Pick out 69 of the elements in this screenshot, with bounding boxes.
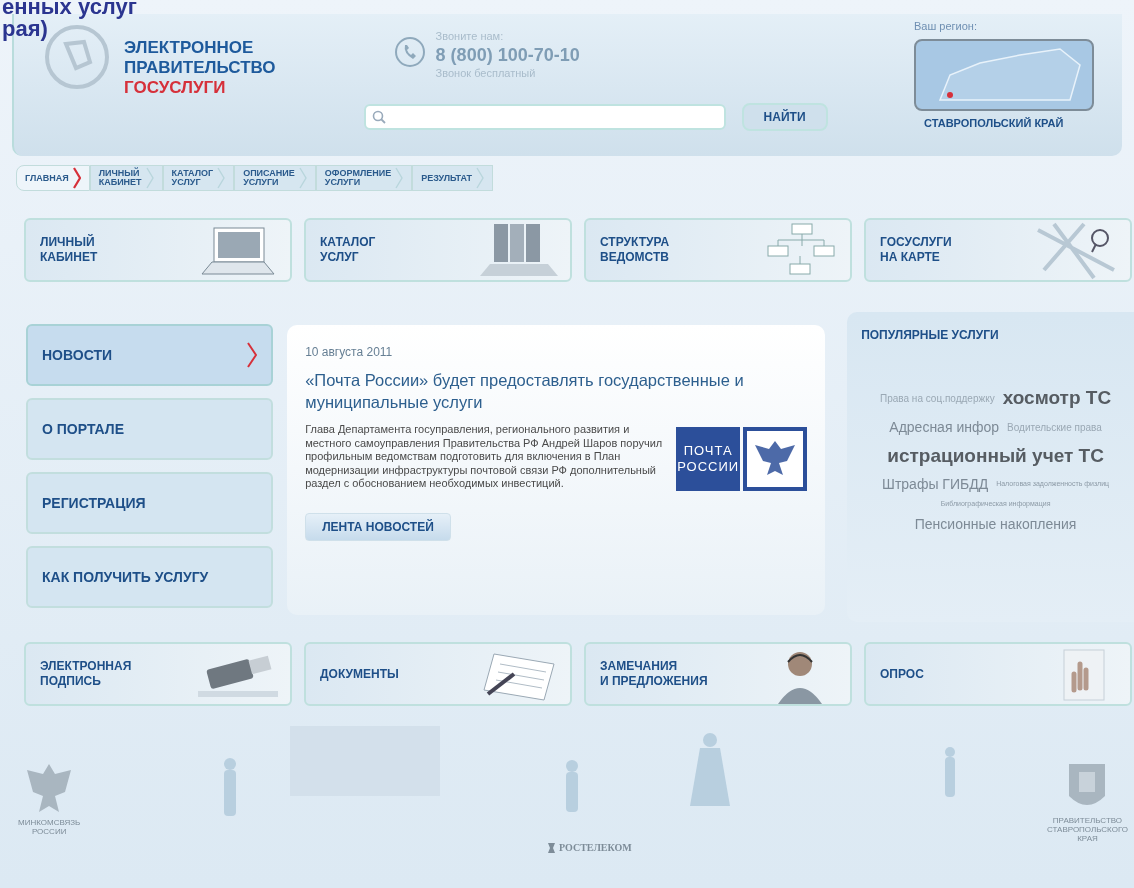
chevron-icon — [476, 167, 485, 189]
search-field[interactable] — [363, 104, 726, 130]
nav-menu-label: НОВОСТИ — [42, 345, 113, 365]
logo-text: ЭЛЕКТРОННОЕ — [124, 38, 255, 58]
tile-label: ГОСУСЛУГИ НА КАРТЕ — [880, 235, 952, 265]
company-logo-icon — [546, 841, 556, 854]
breadcrumb-item[interactable]: РЕЗУЛЬТАТ — [412, 165, 494, 191]
logo-text: ПРАВИТЕЛЬСТВО — [124, 58, 276, 78]
breadcrumb-label: ЛИЧНЫЙ КАБИНЕТ — [98, 169, 142, 187]
chevron-icon — [72, 167, 81, 189]
chevron-icon — [298, 167, 307, 189]
tile-label: КАТАЛОГ УСЛУГ — [320, 235, 376, 265]
menu-tile[interactable]: ОПРОС — [864, 642, 1132, 706]
tile-label: ЭЛЕКТРОННАЯ ПОДПИСЬ — [40, 659, 132, 689]
tile-label: ДОКУМЕНТЫ — [320, 666, 399, 682]
phone-icon — [393, 36, 426, 68]
service-tag-link[interactable]: истрационный учет ТС — [887, 441, 1104, 470]
menu-tile[interactable]: СТРУКТУРА ВЕДОМСТВ — [584, 218, 852, 282]
nav-menu-label: О ПОРТАЛЕ — [42, 419, 124, 439]
region-name[interactable]: СТАВРОПОЛЬСКИЙ КРАЙ — [924, 114, 1064, 131]
service-tag-link[interactable]: хосмотр ТС — [1002, 384, 1112, 413]
phone-number: 8 (800) 100-70-10 — [435, 44, 580, 65]
menu-tile[interactable]: ЗАМЕЧАНИЯ И ПРЕДЛОЖЕНИЯ — [584, 642, 852, 706]
government-caption: ПРАВИТЕЛЬСТВО СТАВРОПОЛЬСКОГО КРАЯ — [1046, 816, 1128, 843]
slide-title-text: рая) — [2, 18, 49, 40]
phone-label: Звоните нам: — [435, 29, 505, 44]
tile-label: ЗАМЕЧАНИЯ И ПРЕДЛОЖЕНИЯ — [600, 659, 708, 689]
news-feed-button[interactable]: ЛЕНТА НОВОСТЕЙ — [305, 513, 451, 541]
chevron-icon — [145, 167, 154, 189]
company-name: РОСТЕЛЕКОМ — [559, 841, 632, 855]
nav-menu-item[interactable]: НОВОСТИ — [26, 324, 274, 386]
popular-title: ПОПУЛЯРНЫЕ УСЛУГИ — [861, 327, 1000, 344]
breadcrumb-item[interactable]: ЛИЧНЫЙ КАБИНЕТ — [89, 165, 163, 191]
nav-menu-item[interactable]: РЕГИСТРАЦИЯ — [26, 472, 274, 534]
nav-menu-item[interactable]: О ПОРТАЛЕ — [26, 398, 274, 460]
menu-tile[interactable]: ГОСУСЛУГИ НА КАРТЕ — [864, 218, 1132, 282]
chevron-icon — [395, 167, 404, 189]
region-label: Ваш регион: — [914, 19, 977, 34]
nav-menu-item[interactable]: КАК ПОЛУЧИТЬ УСЛУГУ — [26, 546, 274, 608]
breadcrumb-label: РЕЗУЛЬТАТ — [421, 173, 473, 183]
breadcrumb-label: ОФОРМЛЕНИЕ УСЛУГИ — [324, 169, 392, 187]
breadcrumb-label: КАТАЛОГ УСЛУГ — [171, 169, 214, 187]
post-logo-text: ПОЧТА РОССИИ — [676, 427, 741, 491]
tile-label: ОПРОС — [880, 666, 924, 682]
nav-menu-label: КАК ПОЛУЧИТЬ УСЛУГУ — [42, 567, 209, 587]
chevron-icon — [247, 342, 258, 368]
news-date: 10 августа 2011 — [305, 344, 394, 361]
tile-label: СТРУКТУРА ВЕДОМСТВ — [600, 235, 670, 265]
news-text: Глава Департамента госуправления, регионального развития и местного самоуправления Правительства РФ Андрей Шаров поручил профильным ведомствам подготовить для включения в План модернизации инфраструктуры почтовой связи РФ дополнительный раздел с обоснованием необходимых инвестиций. — [305, 423, 664, 491]
eagle-emblem-icon — [743, 427, 808, 491]
chevron-icon — [217, 167, 226, 189]
breadcrumb-item[interactable]: ОПИСАНИЕ УСЛУГИ — [234, 165, 316, 191]
search-icon — [371, 110, 386, 124]
breadcrumb-item[interactable]: ГЛАВНАЯ — [16, 165, 90, 191]
ministry-caption: МИНКОМСВЯЗЬ РОССИИ — [18, 818, 81, 836]
search-button[interactable]: НАЙТИ — [741, 103, 828, 131]
breadcrumb-label: ОПИСАНИЕ УСЛУГИ — [243, 169, 295, 187]
menu-tile[interactable]: ДОКУМЕНТЫ — [304, 642, 572, 706]
news-headline[interactable]: «Почта России» будет предоставлять государственные и муниципальные услуги — [305, 369, 808, 413]
logo-subtitle: ГОСУСЛУГИ — [124, 78, 227, 98]
menu-tile[interactable]: КАТАЛОГ УСЛУГ — [304, 218, 572, 282]
breadcrumb-item[interactable]: ОФОРМЛЕНИЕ УСЛУГИ — [315, 165, 413, 191]
breadcrumb-item[interactable]: КАТАЛОГ УСЛУГ — [162, 165, 235, 191]
breadcrumb-label: ГЛАВНАЯ — [25, 173, 69, 183]
tile-label: ЛИЧНЫЙ КАБИНЕТ — [40, 235, 98, 265]
slide-title-text: енных услуг — [2, 0, 137, 18]
nav-menu-label: РЕГИСТРАЦИЯ — [42, 493, 146, 513]
menu-tile[interactable]: ЛИЧНЫЙ КАБИНЕТ — [24, 218, 292, 282]
menu-tile[interactable]: ЭЛЕКТРОННАЯ ПОДПИСЬ — [24, 642, 292, 706]
